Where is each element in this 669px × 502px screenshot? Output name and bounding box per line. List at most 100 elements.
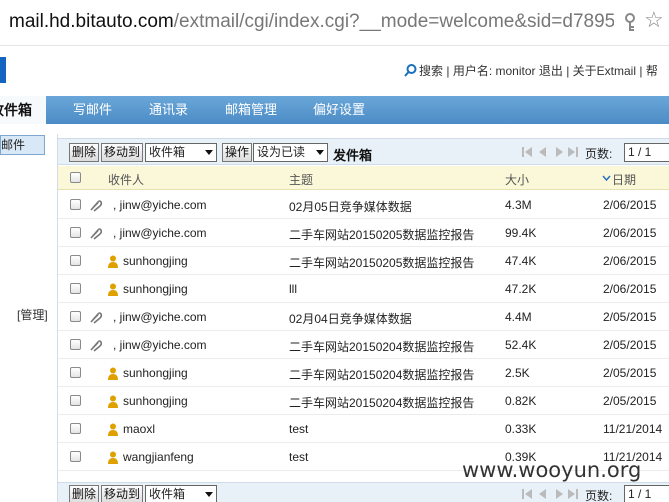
row-checkbox[interactable]	[70, 283, 81, 294]
cell-recipient: sunhongjing	[123, 282, 188, 296]
table-row[interactable]: , jinw@yiche.com 二手车网站20150204数据监控报告 52.4K…	[58, 331, 669, 359]
table-row[interactable]: , jinw@yiche.com 02月05日竞争媒体数据 4.3M 2/06/201…	[58, 191, 669, 219]
tab-preferences[interactable]: 偏好设置	[313, 96, 365, 124]
cell-subject[interactable]: 二手车网站20150204数据监控报告	[289, 394, 474, 411]
column-size[interactable]: 大小	[505, 171, 529, 188]
row-checkbox[interactable]	[70, 255, 81, 266]
table-row[interactable]: maoxl test 0.33K 11/21/2014	[58, 415, 669, 443]
table-row[interactable]: sunhongjing 二手车网站20150204数据监控报告 0.82K 2/05/…	[58, 387, 669, 415]
paperclip-icon	[88, 199, 103, 215]
column-recipient[interactable]: 收件人	[108, 171, 144, 188]
url-host: mail.hd.bitauto.com	[9, 11, 174, 32]
last-page-icon[interactable]	[568, 147, 578, 157]
cell-size: 99.4K	[505, 226, 537, 240]
url-text[interactable]: mail.hd.bitauto.com/extmail/cgi/index.cg…	[9, 11, 614, 33]
row-checkbox[interactable]	[70, 311, 81, 322]
cell-date: 2/05/2015	[603, 394, 657, 408]
folder-select[interactable]: 收件箱	[145, 485, 217, 502]
about-link[interactable]: 关于Extmail	[573, 64, 636, 78]
page-select[interactable]: 1 / 1	[624, 143, 669, 162]
row-checkbox[interactable]	[70, 199, 81, 210]
move-to-button[interactable]: 移动到	[101, 485, 144, 502]
chevron-down-icon	[205, 150, 213, 155]
table-row[interactable]: sunhongjing lll 47.2K 2/06/2015	[58, 275, 669, 303]
sort-desc-icon[interactable]	[602, 175, 611, 181]
page-select-value: 1 / 1	[628, 487, 652, 501]
operate-button[interactable]: 操作	[222, 143, 253, 162]
bookmark-star-icon[interactable]: ☆	[644, 9, 664, 31]
row-checkbox[interactable]	[70, 339, 81, 350]
pages-label: 页数:	[585, 489, 613, 502]
help-link[interactable]: 帮	[646, 64, 658, 78]
table-row[interactable]: , jinw@yiche.com 02月04日竞争媒体数据 4.4M 2/05/201…	[58, 303, 669, 331]
last-page-icon[interactable]	[568, 489, 578, 499]
watermark: www.wooyun.org	[462, 458, 642, 482]
tab-inbox[interactable]: 收件箱	[0, 96, 46, 124]
key-icon[interactable]	[622, 13, 638, 33]
cell-subject[interactable]: 二手车网站20150204数据监控报告	[289, 338, 474, 355]
folder-select-value: 收件箱	[149, 145, 186, 159]
row-checkbox[interactable]	[70, 423, 81, 434]
column-subject[interactable]: 主题	[289, 171, 313, 188]
table-row[interactable]: , jinw@yiche.com 二手车网站20150205数据监控报告 99.4K…	[58, 219, 669, 247]
paperclip-icon	[88, 311, 103, 327]
logout-link[interactable]: 退出	[539, 64, 563, 78]
address-bar[interactable]: mail.hd.bitauto.com/extmail/cgi/index.cg…	[0, 0, 669, 46]
search-icon[interactable]	[404, 64, 417, 77]
row-checkbox[interactable]	[70, 451, 81, 462]
cell-subject[interactable]: 二手车网站20150204数据监控报告	[289, 366, 474, 383]
row-checkbox[interactable]	[70, 395, 81, 406]
cell-recipient: , jinw@yiche.com	[113, 198, 207, 212]
table-row[interactable]: sunhongjing 二手车网站20150204数据监控报告 2.5K 2/05/2…	[58, 359, 669, 387]
select-all-checkbox[interactable]	[70, 172, 81, 183]
chevron-down-icon	[316, 150, 324, 155]
username: monitor	[495, 64, 536, 78]
delete-button[interactable]: 删除	[69, 143, 100, 162]
cell-subject[interactable]: lll	[289, 282, 297, 296]
pages-label: 页数:	[585, 147, 613, 161]
prev-page-icon[interactable]	[539, 147, 546, 157]
tab-mailbox-management[interactable]: 邮箱管理	[225, 96, 277, 124]
prev-page-icon[interactable]	[539, 489, 546, 499]
row-checkbox[interactable]	[70, 367, 81, 378]
cell-date: 2/06/2015	[603, 226, 657, 240]
cell-date: 11/21/2014	[603, 422, 663, 436]
cell-subject[interactable]: test	[289, 450, 308, 464]
table-row[interactable]: sunhongjing 二手车网站20150205数据监控报告 47.4K 2/06/…	[58, 247, 669, 275]
folder-select[interactable]: 收件箱	[145, 143, 217, 162]
sidebar-item-inbox[interactable]: 邮件	[0, 135, 45, 155]
divider: |	[636, 64, 646, 78]
tab-contacts[interactable]: 通讯录	[149, 96, 188, 124]
person-icon	[108, 423, 118, 439]
cell-recipient: , jinw@yiche.com	[113, 226, 207, 240]
cell-subject[interactable]: 二手车网站20150205数据监控报告	[289, 254, 474, 271]
cell-subject[interactable]: 02月04日竞争媒体数据	[289, 310, 412, 327]
cell-subject[interactable]: test	[289, 422, 308, 436]
paperclip-icon	[88, 339, 103, 355]
column-date[interactable]: 日期	[612, 171, 636, 188]
first-page-icon[interactable]	[522, 147, 532, 157]
cell-recipient: sunhongjing	[123, 366, 188, 380]
search-link[interactable]: 搜索	[419, 64, 443, 78]
cell-date: 2/06/2015	[603, 254, 657, 268]
person-icon	[108, 395, 118, 411]
cell-size: 2.5K	[505, 366, 530, 380]
divider: |	[562, 64, 573, 78]
person-icon	[108, 451, 118, 467]
cell-subject[interactable]: 02月05日竞争媒体数据	[289, 198, 412, 215]
row-checkbox[interactable]	[70, 227, 81, 238]
move-to-button[interactable]: 移动到	[101, 143, 144, 162]
mark-select[interactable]: 设为已读	[253, 143, 328, 162]
next-page-icon[interactable]	[556, 147, 563, 157]
first-page-icon[interactable]	[522, 489, 532, 499]
bottom-toolbar: 删除 移动到 收件箱 页数: 1 / 1	[58, 482, 669, 502]
tab-compose[interactable]: 写邮件	[73, 96, 112, 124]
pager-arrows	[522, 147, 578, 157]
next-page-icon[interactable]	[556, 489, 563, 499]
cell-date: 2/05/2015	[603, 338, 657, 352]
cell-subject[interactable]: 二手车网站20150205数据监控报告	[289, 226, 474, 243]
page-select[interactable]: 1 / 1	[624, 485, 669, 502]
delete-button[interactable]: 删除	[69, 485, 100, 502]
username-label: 用户名:	[452, 64, 493, 78]
sidebar-manage-link[interactable]: [管理]	[17, 306, 48, 323]
